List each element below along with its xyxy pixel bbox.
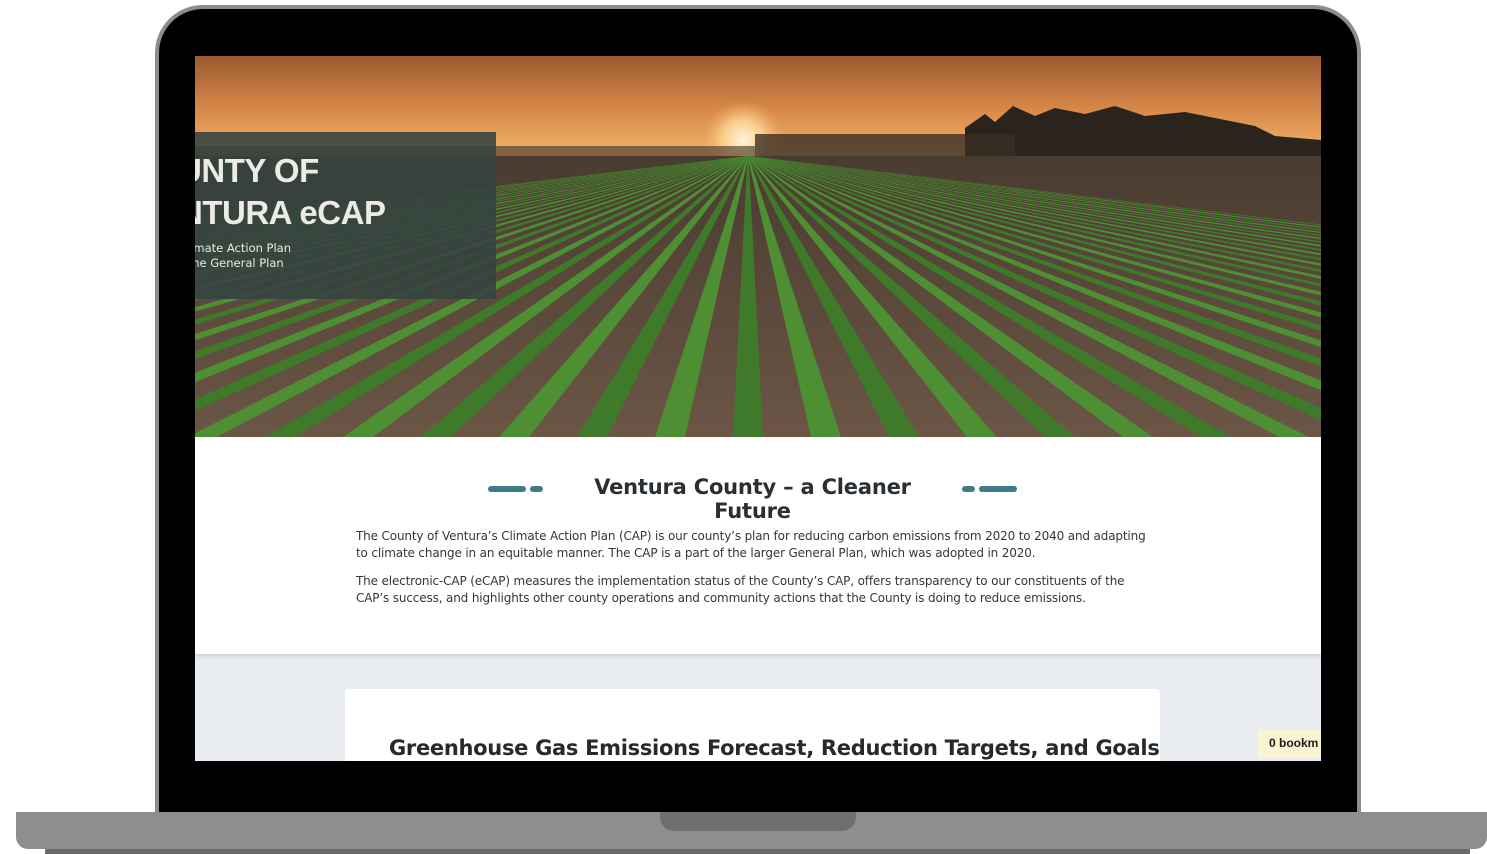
card-title: Greenhouse Gas Emissions Forecast, Reduc… — [389, 736, 1160, 760]
heading-dash-left-long — [488, 486, 526, 492]
browser-viewport: UNTY OF NTURA eCAP ronic Climate Action … — [195, 56, 1321, 761]
heading-dash-right-short — [962, 486, 975, 492]
hero-banner: UNTY OF NTURA eCAP ronic Climate Action … — [195, 56, 1321, 437]
hero-subtitle-line-2: of the General Plan — [195, 256, 284, 270]
hero-title-panel: UNTY OF NTURA eCAP ronic Climate Action … — [195, 132, 496, 299]
hero-subtitle-line-1: ronic Climate Action Plan — [195, 241, 292, 255]
intro-paragraph: The electronic-CAP (eCAP) measures the i… — [356, 574, 1125, 605]
laptop-base-shadow — [45, 849, 1470, 854]
bookmark-counter-button[interactable]: 0 bookm — [1257, 730, 1321, 758]
laptop-notch — [660, 812, 856, 831]
intro-paragraph: The County of Ventura’s Climate Action P… — [356, 529, 1146, 560]
intro-section: Ventura County – a Cleaner Future The Co… — [195, 437, 1321, 654]
heading-dash-left-short — [530, 486, 543, 492]
emissions-card: Greenhouse Gas Emissions Forecast, Reduc… — [345, 689, 1160, 761]
hero-title-line-2: NTURA eCAP — [195, 194, 386, 231]
hero-title-line-1: UNTY OF — [195, 152, 319, 189]
intro-heading-row: Ventura County – a Cleaner Future — [195, 475, 1321, 523]
intro-heading: Ventura County – a Cleaner Future — [594, 475, 911, 523]
heading-dash-right-long — [979, 486, 1017, 492]
